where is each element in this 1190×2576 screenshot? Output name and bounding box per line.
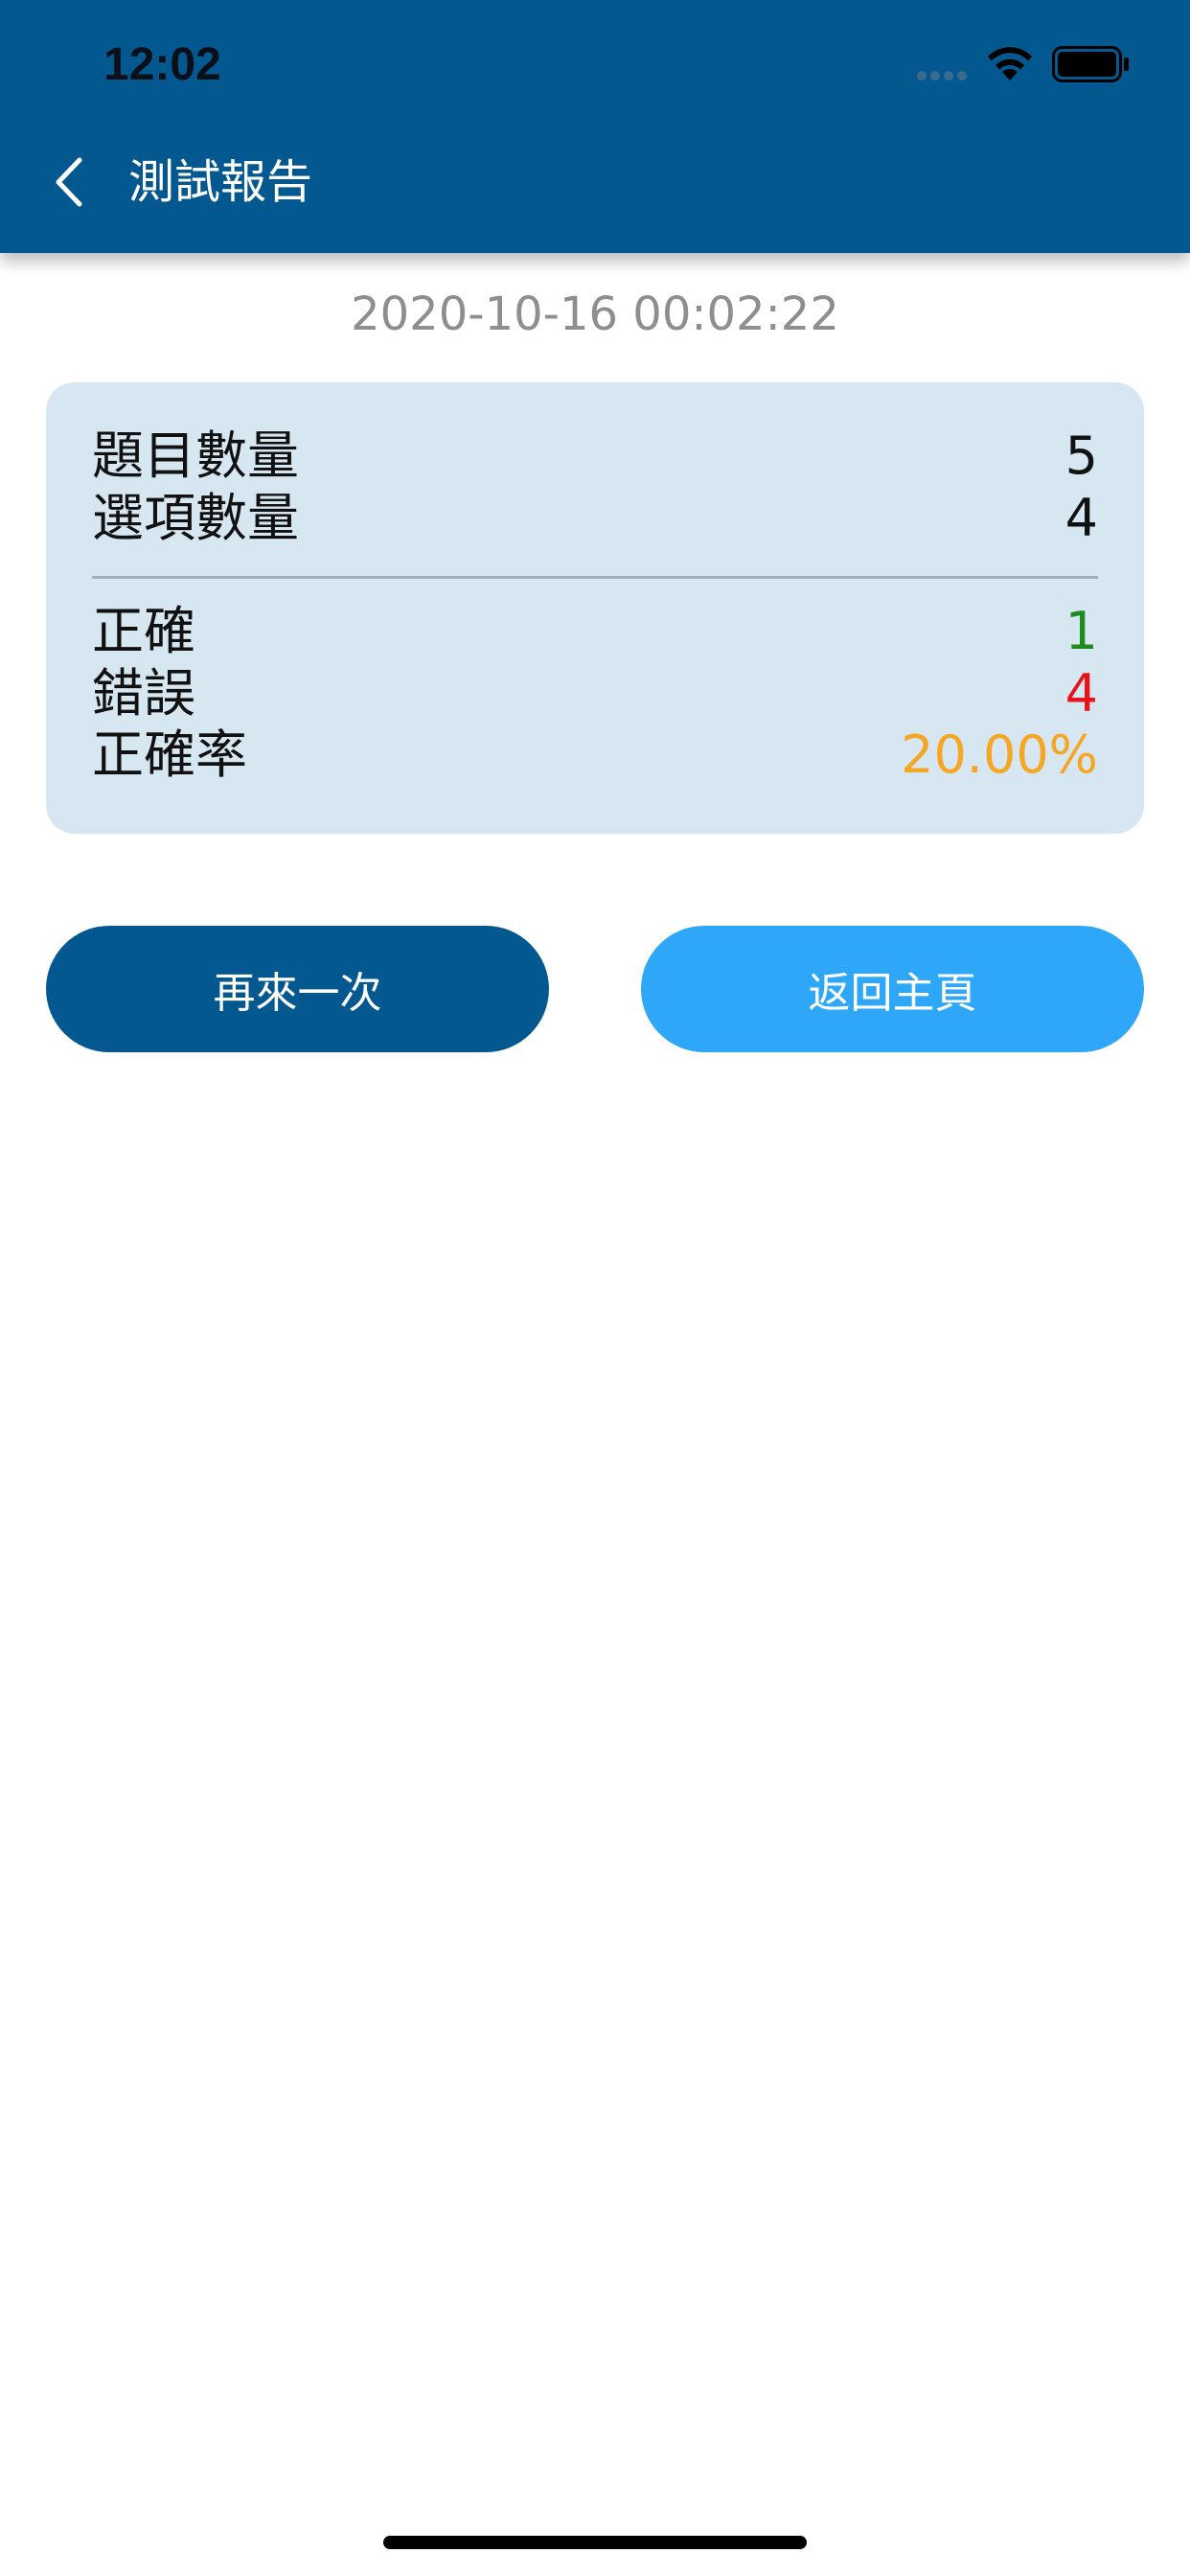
signal-dots-icon [917,71,967,80]
wifi-icon [988,47,1032,80]
correct-value: 1 [1064,601,1098,661]
option-count-value: 4 [1064,488,1098,548]
home-indicator [383,2536,807,2549]
summary-card: 題目數量 5 選項數量 4 正確 1 錯誤 4 正確率 20.00% [46,382,1144,834]
correct-row: 正確 1 [92,600,1098,663]
home-button[interactable]: 返回主頁 [641,926,1144,1052]
header: 12:02 測試報告 [0,0,1190,253]
battery-icon [1052,46,1129,82]
back-button[interactable] [38,144,100,220]
question-count-value: 5 [1064,426,1098,486]
accuracy-row: 正確率 20.00% [92,724,1098,787]
question-count-row: 題目數量 5 [92,425,1098,488]
divider [92,576,1098,579]
accuracy-label: 正確率 [92,724,247,785]
chevron-left-icon [56,157,82,207]
retry-button[interactable]: 再來一次 [46,926,549,1052]
screen: 12:02 測試報告 2020-10-16 00:02:22 題目數量 5 選項… [0,0,1190,2576]
option-count-label: 選項數量 [92,488,299,548]
wrong-label: 錯誤 [92,663,195,724]
wrong-row: 錯誤 4 [92,662,1098,725]
accuracy-value: 20.00% [901,724,1098,785]
report-timestamp: 2020-10-16 00:02:22 [351,288,839,341]
question-count-label: 題目數量 [92,426,299,486]
page-title: 測試報告 [128,155,313,209]
status-time: 12:02 [103,39,221,90]
wrong-value: 4 [1064,663,1098,724]
option-count-row: 選項數量 4 [92,487,1098,550]
correct-label: 正確 [92,601,195,661]
